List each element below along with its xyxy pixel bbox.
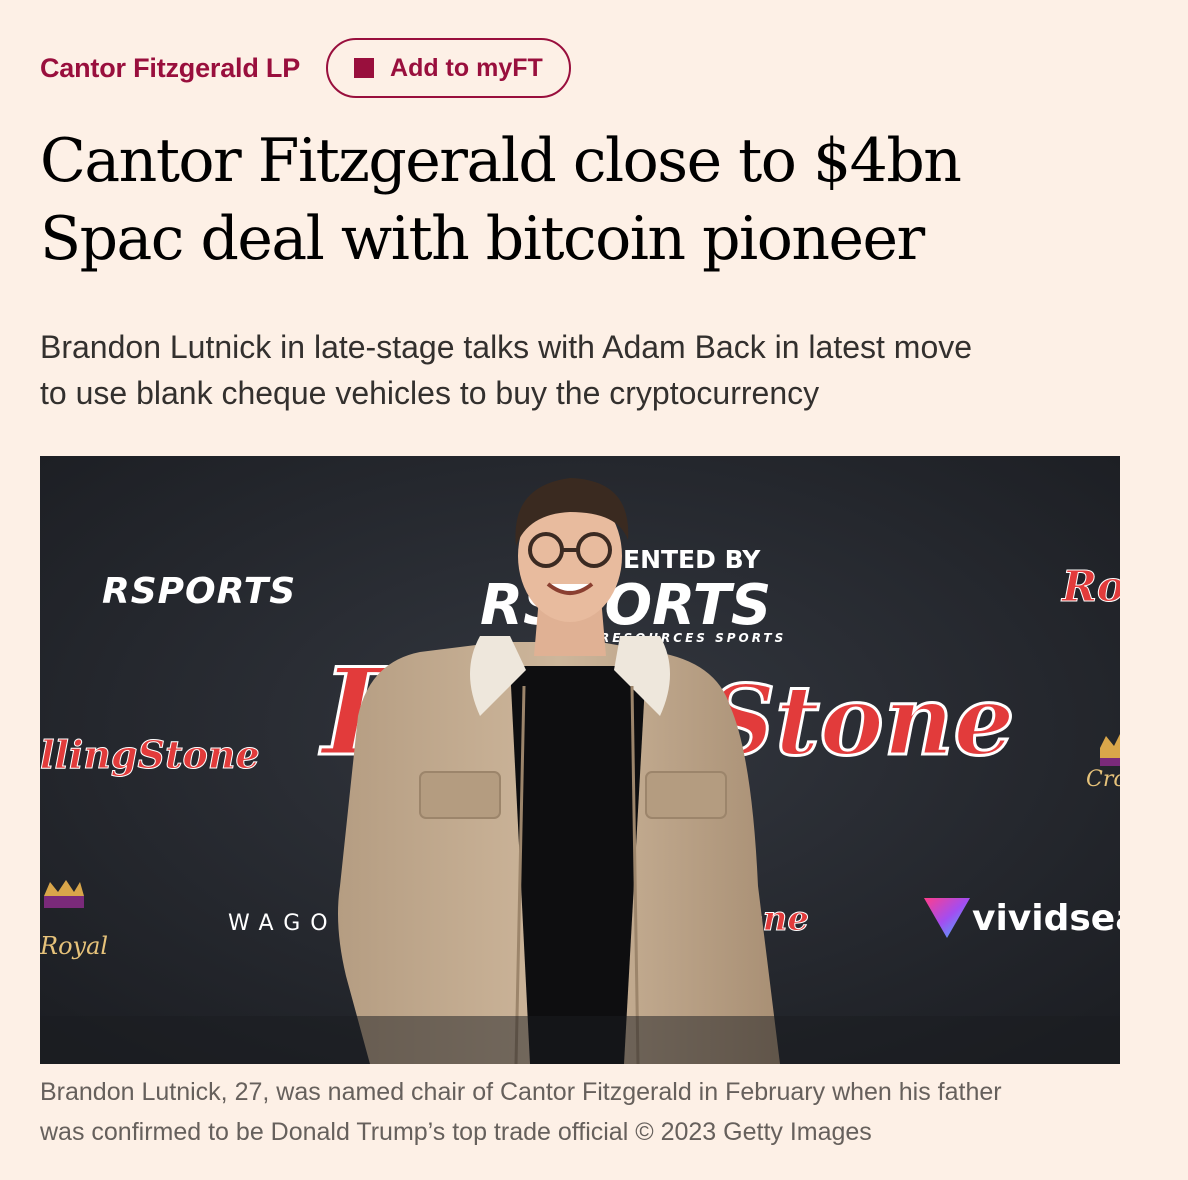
image-caption: Brandon Lutnick, 27, was named chair of … [40,1072,1140,1152]
caption-line-1: Brandon Lutnick, 27, was named chair of … [40,1078,1002,1106]
photo-illustration: RSPORTS SENTED BY RSPORTS RESOURCES SPOR… [40,456,1120,1064]
filled-square-icon [354,58,375,78]
crown-royal-text-left: Royal [40,932,108,960]
add-to-myft-label: Add to myFT [390,53,543,82]
rsports-logo-left: RSPORTS [102,571,296,612]
standfirst: Brandon Lutnick in late-stage talks with… [40,324,1150,416]
topic-row: Cantor Fitzgerald LP Add to myFT [40,38,571,98]
presented-by-text: SENTED BY [605,545,761,574]
caption-line-2: was confirmed to be Donald Trump’s top t… [40,1118,872,1146]
crown-royal-text-right: Cro [1086,767,1120,792]
vividseats-logo: vividsea [972,898,1120,939]
add-to-myft-button[interactable]: Add to myFT [326,38,571,98]
rolling-stone-logo-center: Stone [706,664,1015,777]
rolling-stone-logo-left: llingStone [40,732,260,777]
headline-line-1: Cantor Fitzgerald close to $4bn [40,126,962,196]
standfirst-line-1: Brandon Lutnick in late-stage talks with… [40,329,973,365]
headline: Cantor Fitzgerald close to $4bn Spac dea… [40,122,1150,278]
rolling-stone-logo-right: Ro [1061,562,1120,611]
article-photo: RSPORTS SENTED BY RSPORTS RESOURCES SPOR… [40,456,1120,1064]
topic-link[interactable]: Cantor Fitzgerald LP [40,53,300,84]
wago-logo: WAGO [228,911,338,936]
standfirst-line-2: to use blank cheque vehicles to buy the … [40,375,820,411]
headline-line-2: Spac deal with bitcoin pioneer [40,204,925,274]
